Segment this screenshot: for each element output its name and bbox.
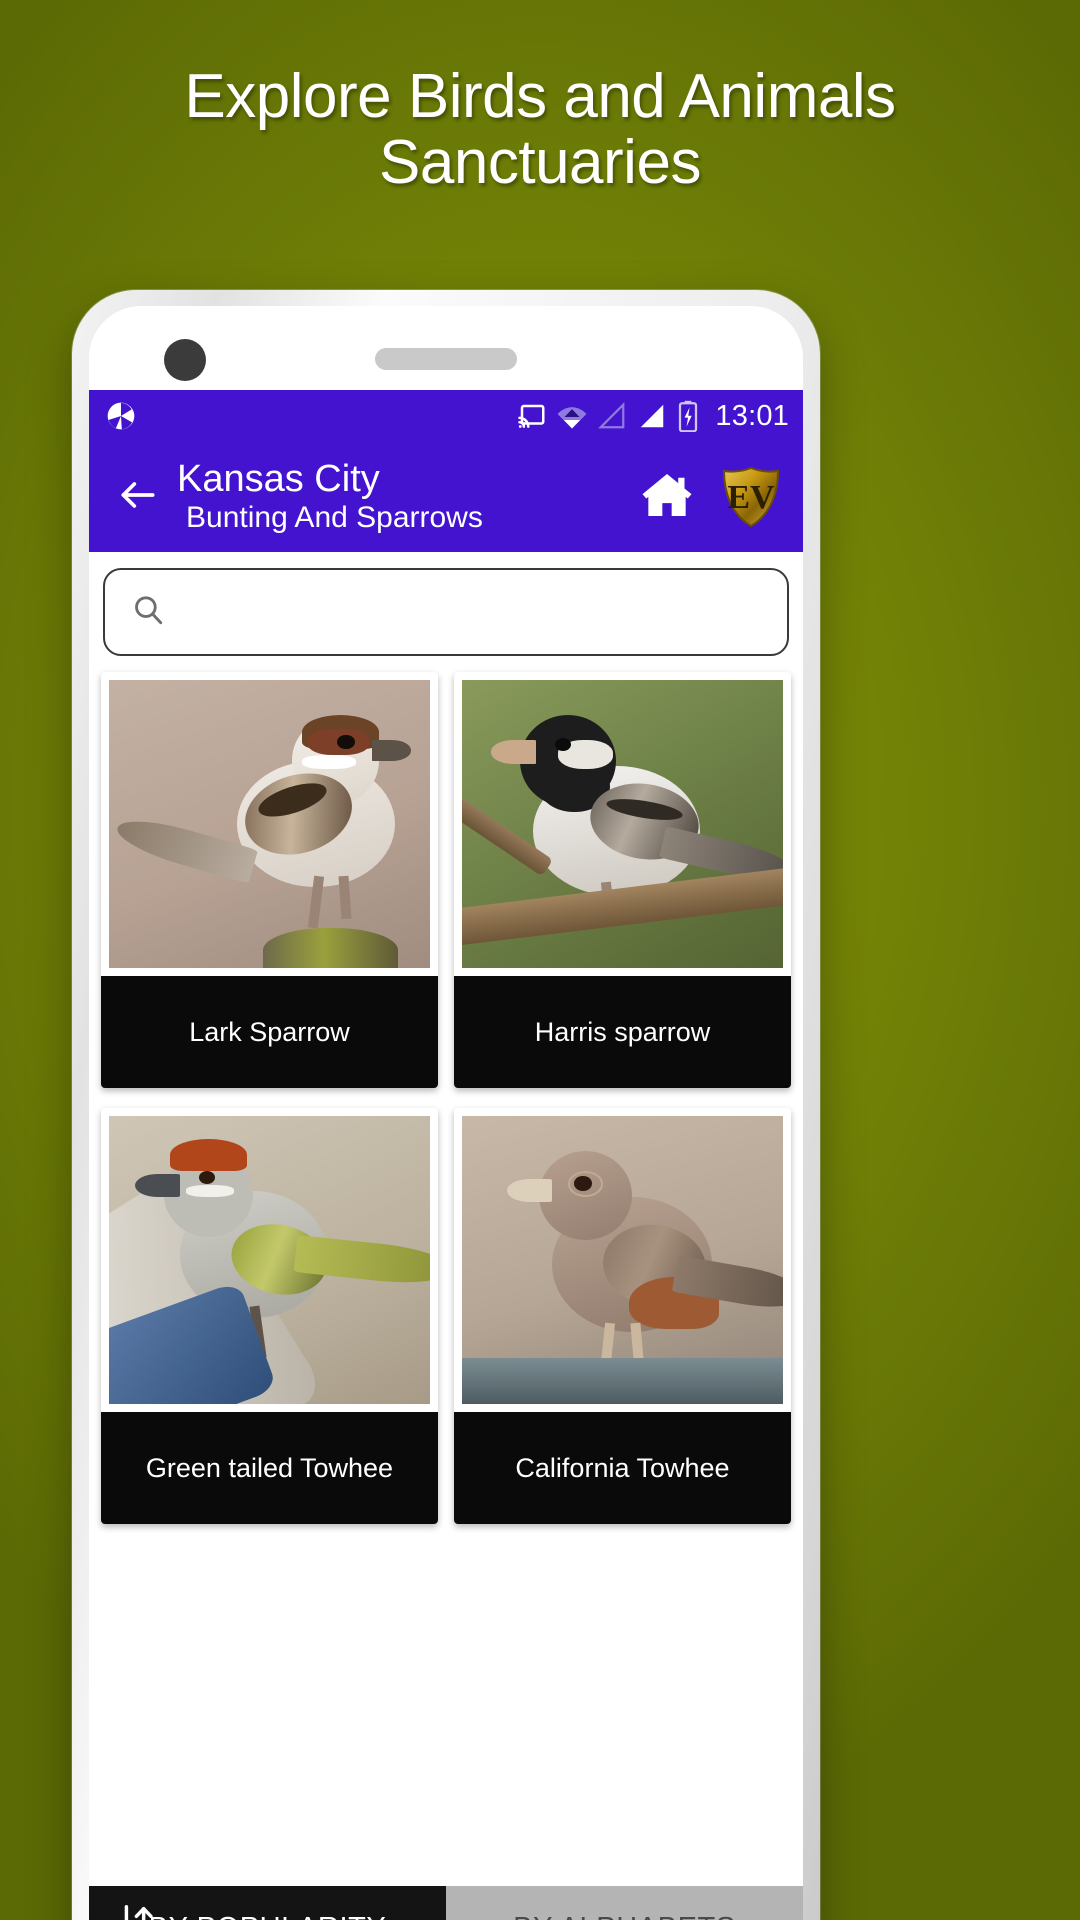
sort-bar: BY POPULARITY BY ALPHABETS [89,1886,803,1920]
bird-name: Lark Sparrow [101,976,438,1088]
app-bar-titles: Kansas City Bunting And Sparrows [177,458,483,537]
phone-mockup: 13:01 Kansas City Bunting And Sparrows E… [72,290,820,1920]
sort-by-popularity-tab[interactable]: BY POPULARITY [89,1886,446,1920]
status-bar-right: 13:01 [517,400,789,433]
app-bar-subtitle: Bunting And Sparrows [186,501,483,535]
bird-name: California Towhee [454,1412,791,1524]
app-screen: 13:01 Kansas City Bunting And Sparrows E… [89,390,803,1920]
bird-photo [462,680,783,968]
page-title: Explore Birds and Animals Sanctuaries [0,62,1080,198]
phone-notch-area [89,306,803,390]
bird-photo [462,1116,783,1404]
logo-text: EV [727,479,775,516]
search-section [89,552,803,666]
back-arrow-icon [116,473,160,522]
bird-card-grid: Lark Sparrow Harris sparrow Green tailed… [89,666,803,1524]
back-button[interactable] [107,473,169,522]
shield-logo-icon[interactable]: EV [721,466,781,528]
status-bar: 13:01 [89,390,803,442]
cast-icon [517,401,547,431]
aperture-icon [105,400,137,432]
phone-bezel: 13:01 Kansas City Bunting And Sparrows E… [89,306,803,1920]
wifi-icon [557,401,587,431]
home-icon[interactable] [639,467,695,528]
page-title-line-2: Sanctuaries [379,128,701,198]
search-icon [131,593,165,632]
earpiece-speaker [375,348,517,370]
bird-photo [109,680,430,968]
search-bar[interactable] [103,568,789,656]
signal-full-icon [637,401,667,431]
bird-card[interactable]: Lark Sparrow [101,672,438,1088]
sort-arrows-icon [113,1901,159,1920]
sort-by-alphabets-label: BY ALPHABETS [513,1912,736,1920]
bird-name: Harris sparrow [454,976,791,1088]
search-input[interactable] [181,596,761,628]
sort-by-popularity-label: BY POPULARITY [149,1912,387,1920]
bird-photo [109,1116,430,1404]
bird-name: Green tailed Towhee [101,1412,438,1524]
app-bar: Kansas City Bunting And Sparrows EV [89,442,803,552]
sort-by-alphabets-tab[interactable]: BY ALPHABETS [446,1886,803,1920]
bird-card[interactable]: Harris sparrow [454,672,791,1088]
signal-empty-icon [597,401,627,431]
bird-card[interactable]: California Towhee [454,1108,791,1524]
battery-charging-icon [677,400,699,432]
status-bar-left [105,400,137,432]
page-title-line-1: Explore Birds and Animals [184,62,896,131]
front-camera-icon [164,339,206,381]
status-bar-clock: 13:01 [715,399,789,432]
app-bar-actions: EV [639,466,787,528]
bird-card[interactable]: Green tailed Towhee [101,1108,438,1524]
app-bar-title: Kansas City [177,457,380,500]
